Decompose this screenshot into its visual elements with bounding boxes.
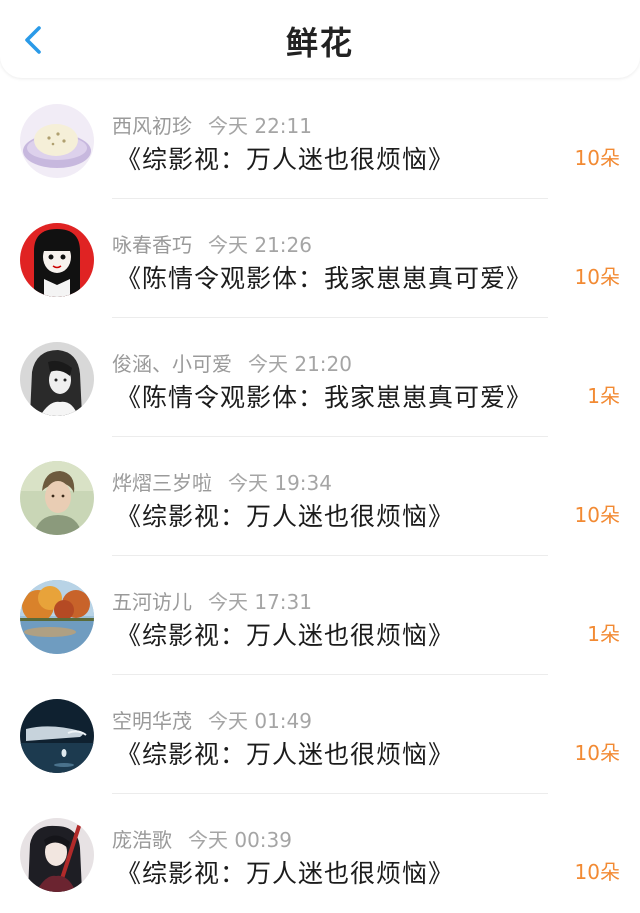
timestamp: 今天 17:31 <box>208 590 312 614</box>
bread-bowl-avatar <box>20 104 94 178</box>
timestamp: 今天 22:11 <box>208 114 312 138</box>
book-title[interactable]: 《陈情令观影体：我家崽崽真可爱》 <box>116 378 532 414</box>
timestamp: 今天 00:39 <box>188 828 292 852</box>
avatar[interactable] <box>20 223 94 297</box>
item-meta: 空明华茂 今天 01:49 <box>112 705 312 734</box>
avatar[interactable] <box>20 342 94 416</box>
timestamp: 今天 21:20 <box>248 352 352 376</box>
username[interactable]: 庞浩歌 <box>112 828 172 852</box>
book-title[interactable]: 《综影视：万人迷也很烦恼》 <box>116 735 454 771</box>
timestamp: 今天 21:26 <box>208 233 312 257</box>
flower-count: 1朵 <box>587 384 620 408</box>
book-title[interactable]: 《综影视：万人迷也很烦恼》 <box>116 140 454 176</box>
list-item[interactable]: 咏春香巧 今天 21:26 《陈情令观影体：我家崽崽真可爱》 10朵 <box>0 199 640 318</box>
timestamp: 今天 19:34 <box>228 471 332 495</box>
list-item[interactable]: 西风初珍 今天 22:11 《综影视：万人迷也很烦恼》 10朵 <box>0 80 640 199</box>
anime-girl-red-avatar <box>20 223 94 297</box>
avatar[interactable] <box>20 580 94 654</box>
flower-count: 10朵 <box>574 265 620 289</box>
water-drop-hand-avatar <box>20 699 94 773</box>
flower-count: 10朵 <box>574 503 620 527</box>
item-meta: 俊涵、小可爱 今天 21:20 <box>112 348 352 377</box>
flower-count: 10朵 <box>574 860 620 884</box>
avatar[interactable] <box>20 699 94 773</box>
young-man-avatar <box>20 461 94 535</box>
username[interactable]: 五河访儿 <box>112 590 192 614</box>
autumn-lake-avatar <box>20 580 94 654</box>
ancient-costume-avatar <box>20 818 94 892</box>
list-item[interactable]: 烨熠三岁啦 今天 19:34 《综影视：万人迷也很烦恼》 10朵 <box>0 437 640 556</box>
avatar[interactable] <box>20 461 94 535</box>
username[interactable]: 西风初珍 <box>112 114 192 138</box>
item-meta: 庞浩歌 今天 00:39 <box>112 824 292 853</box>
item-meta: 五河访儿 今天 17:31 <box>112 586 312 615</box>
username[interactable]: 烨熠三岁啦 <box>112 471 212 495</box>
username[interactable]: 空明华茂 <box>112 709 192 733</box>
top-bar: 鲜花 <box>0 0 640 78</box>
book-title[interactable]: 《综影视：万人迷也很烦恼》 <box>116 616 454 652</box>
bw-girl-avatar <box>20 342 94 416</box>
flower-count: 1朵 <box>587 622 620 646</box>
list-item[interactable]: 五河访儿 今天 17:31 《综影视：万人迷也很烦恼》 1朵 <box>0 556 640 675</box>
avatar[interactable] <box>20 104 94 178</box>
avatar[interactable] <box>20 818 94 892</box>
book-title[interactable]: 《综影视：万人迷也很烦恼》 <box>116 854 454 890</box>
flower-count: 10朵 <box>574 146 620 170</box>
page-title: 鲜花 <box>285 24 354 62</box>
flower-count: 10朵 <box>574 741 620 765</box>
book-title[interactable]: 《陈情令观影体：我家崽崽真可爱》 <box>116 259 532 295</box>
timestamp: 今天 01:49 <box>208 709 312 733</box>
item-meta: 咏春香巧 今天 21:26 <box>112 229 312 258</box>
book-title[interactable]: 《综影视：万人迷也很烦恼》 <box>116 497 454 533</box>
list-item[interactable]: 庞浩歌 今天 00:39 《综影视：万人迷也很烦恼》 10朵 <box>0 794 640 913</box>
item-meta: 烨熠三岁啦 今天 19:34 <box>112 467 332 496</box>
item-meta: 西风初珍 今天 22:11 <box>112 110 312 139</box>
list-item[interactable]: 空明华茂 今天 01:49 《综影视：万人迷也很烦恼》 10朵 <box>0 675 640 794</box>
username[interactable]: 俊涵、小可爱 <box>112 352 232 376</box>
username[interactable]: 咏春香巧 <box>112 233 192 257</box>
list-item[interactable]: 俊涵、小可爱 今天 21:20 《陈情令观影体：我家崽崽真可爱》 1朵 <box>0 318 640 437</box>
